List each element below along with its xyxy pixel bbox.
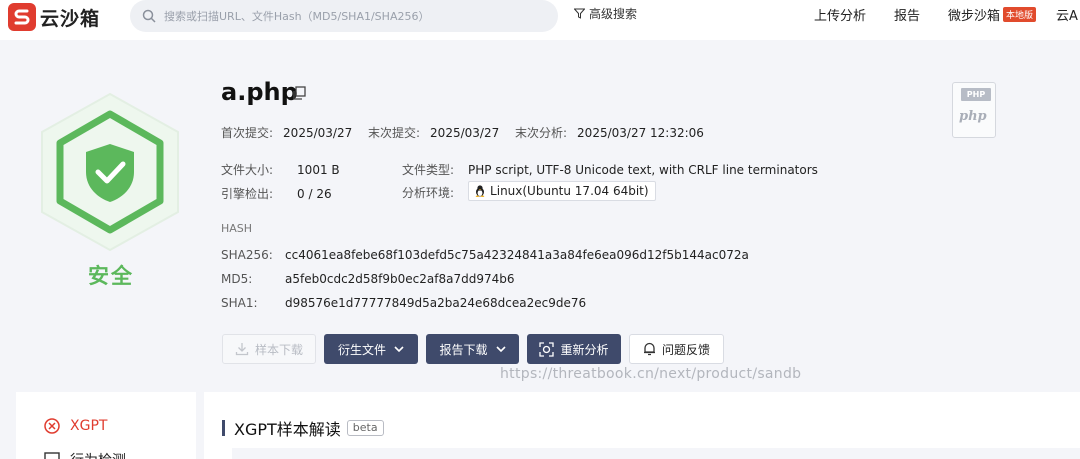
sidebar-item-behavior-label: 行为检测 [70,450,126,459]
bell-icon [643,342,655,356]
nav-sandbox[interactable]: 微步沙箱 本地版 [948,5,1037,24]
md5-value[interactable]: a5feb0cdc2d58f9b0ec2af8a7dd974b6 [285,272,515,286]
xgpt-icon [44,418,60,434]
sha1-label: SHA1: [221,296,258,310]
hash-heading: HASH [221,222,253,235]
watermark-url: https://threatbook.cn/next/product/sandb [500,366,802,382]
reanalyze-label: 重新分析 [560,342,609,357]
xgpt-panel: XGPT样本解读 beta [204,392,1080,459]
file-size-label: 文件大小: [221,163,274,177]
php-file-icon: PHP php [952,82,996,138]
first-submit-value: 2025/03/27 [283,126,353,140]
filter-icon [574,8,585,19]
section-accent-bar [222,420,225,436]
brand-name: 云沙箱 [40,7,101,30]
sha1-value[interactable]: d98576e1d77777849d5a2ba24e68dcea2ec9de76 [285,296,586,310]
last-submit-label: 末次提交: [368,126,421,140]
safe-shield-icon [41,92,179,252]
xgpt-section-title: XGPT样本解读 beta [222,416,384,440]
md5-label: MD5: [221,272,253,286]
nav-sandbox-label: 微步沙箱 [948,9,1001,24]
sha256-value[interactable]: cc4061ea8febe68f103defd5c75a42324841a3a8… [285,248,749,262]
env-chip: Linux(Ubuntu 17.04 64bit) [468,181,656,201]
file-size-value: 1001 B [297,163,340,177]
engine-detection: 引擎检出: 0 / 26 [221,185,332,202]
md5-row: MD5: a5feb0cdc2d58f9b0ec2af8a7dd974b6 [221,272,515,286]
sha256-label: SHA256: [221,248,273,262]
download-icon [235,343,249,356]
xgpt-content-box [232,448,1080,459]
sidebar-item-xgpt[interactable]: XGPT [44,418,107,434]
feedback-button[interactable]: 问题反馈 [629,334,724,364]
nav-report[interactable]: 报告 [894,5,920,24]
verdict-label: 安全 [88,264,134,288]
php-file-tag: PHP [961,88,991,101]
last-analysis-label: 末次分析: [515,126,568,140]
nav-upload-analysis[interactable]: 上传分析 [814,5,866,24]
sample-download-button[interactable]: 样本下载 [222,334,316,364]
left-sidebar: XGPT 行为检测 [16,392,196,459]
analysis-env-value: Linux(Ubuntu 17.04 64bit) [490,184,649,198]
sample-download-label: 样本下载 [254,342,303,357]
report-download-button[interactable]: 报告下载 [426,334,519,364]
first-submit: 首次提交: 2025/03/27 [221,124,352,141]
logo-icon [8,3,36,31]
linux-penguin-icon [475,185,485,197]
analysis-env: 分析环境: Linux(Ubuntu 17.04 64bit) [402,181,656,201]
sidebar-item-behavior[interactable]: 行为检测 [44,450,126,459]
file-type: 文件类型: PHP script, UTF-8 Unicode text, wit… [402,161,818,178]
last-submit-value: 2025/03/27 [430,126,500,140]
last-analysis: 末次分析: 2025/03/27 12:32:06 [515,124,704,141]
beta-badge: beta [346,420,384,436]
sha256-row: SHA256: cc4061ea8febe68f103defd5c75a42324… [221,248,749,262]
chevron-down-icon [394,345,404,352]
local-edition-badge: 本地版 [1003,7,1037,22]
search-box[interactable] [130,0,558,32]
derived-files-button[interactable]: 衍生文件 [324,334,418,364]
file-name: a.php [221,78,298,106]
advanced-search-button[interactable]: 高级搜索 [574,5,637,22]
last-submit: 末次提交: 2025/03/27 [368,124,499,141]
sha1-row: SHA1: d98576e1d77777849d5a2ba24e68dcea2ec… [221,296,586,310]
scan-icon [539,341,555,357]
reanalyze-button[interactable]: 重新分析 [527,334,621,364]
nav-cloud[interactable]: 云A [1056,5,1078,24]
file-size: 文件大小: 1001 B [221,161,340,178]
top-bar: 云沙箱 高级搜索 上传分析 报告 微步沙箱本地版 云A [0,0,1080,40]
search-icon [142,9,156,23]
search-input[interactable] [164,9,544,23]
copy-icon[interactable] [292,86,307,101]
file-type-label: 文件类型: [402,163,455,177]
sidebar-item-xgpt-label: XGPT [70,418,108,434]
last-analysis-value: 2025/03/27 12:32:06 [577,126,704,140]
chevron-down-icon [495,345,506,352]
first-submit-label: 首次提交: [221,126,274,140]
behavior-icon [44,452,60,459]
php-file-word: php [959,109,987,124]
brand-logo[interactable]: 云沙箱 [8,3,100,31]
engine-detection-label: 引擎检出: [221,187,274,201]
file-type-value: PHP script, UTF-8 Unicode text, with CRL… [468,163,818,177]
derived-files-label: 衍生文件 [337,342,386,357]
feedback-label: 问题反馈 [661,342,710,357]
engine-detection-value: 0 / 26 [297,187,332,201]
report-download-label: 报告下载 [439,342,488,357]
advanced-search-label: 高级搜索 [589,7,638,21]
xgpt-section-title-text: XGPT样本解读 [234,420,341,439]
analysis-env-label: 分析环境: [402,186,455,200]
